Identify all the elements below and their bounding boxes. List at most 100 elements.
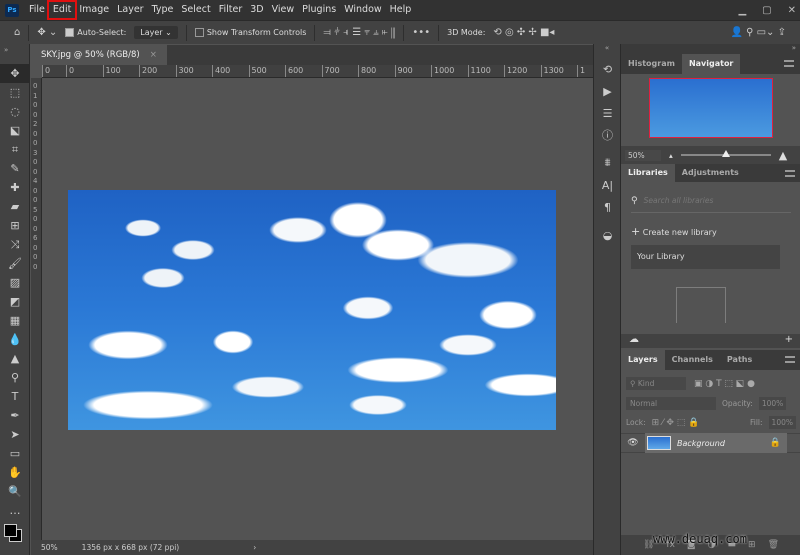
menu-image[interactable]: Image: [75, 2, 113, 18]
move-tool-icon[interactable]: ✥ ⌄: [37, 27, 57, 38]
zoom-tool[interactable]: 🔍: [0, 482, 30, 501]
menu-help[interactable]: Help: [386, 2, 416, 18]
collapse-left-icon[interactable]: «: [594, 44, 620, 58]
layer-row[interactable]: 👁 Background 🔒: [621, 433, 800, 453]
menu-window[interactable]: Window: [340, 2, 385, 18]
healing-tool[interactable]: ✚: [0, 178, 30, 197]
eye-icon[interactable]: 👁: [621, 438, 645, 448]
cloud-icon[interactable]: ☁: [629, 334, 639, 348]
blur-tool[interactable]: 💧: [0, 330, 30, 349]
blend-mode-dropdown[interactable]: Normal: [626, 397, 716, 410]
status-menu-arrow[interactable]: ›: [253, 543, 256, 552]
layer-name[interactable]: Background: [677, 439, 725, 448]
auto-select-checkbox[interactable]: Auto-Select:: [65, 28, 126, 37]
3d-icon[interactable]: ◒: [594, 224, 621, 246]
home-icon[interactable]: ⌂: [14, 27, 20, 38]
tab-paths[interactable]: Paths: [720, 350, 759, 370]
new-layer-icon[interactable]: ⊞: [748, 540, 756, 550]
panel-menu-icon[interactable]: [784, 60, 794, 67]
menu-select[interactable]: Select: [177, 2, 214, 18]
menu-3d[interactable]: 3D: [246, 2, 267, 18]
zoom-in-icon[interactable]: ▲: [779, 149, 787, 162]
pen-tool[interactable]: ✒: [0, 406, 30, 425]
status-zoom[interactable]: 50%: [41, 543, 58, 552]
history-icon[interactable]: ⟲: [594, 58, 621, 80]
stamp-tool[interactable]: ⊞: [0, 216, 30, 235]
more-icon[interactable]: •••: [412, 27, 430, 38]
sharpen-tool[interactable]: ▲: [0, 349, 30, 368]
tab-layers[interactable]: Layers: [621, 350, 665, 370]
navigator-thumbnail[interactable]: [649, 78, 773, 138]
show-transform-label: Show Transform Controls: [206, 28, 307, 37]
object-select-tool[interactable]: ⬕: [0, 121, 30, 140]
color-swatches[interactable]: [0, 520, 29, 550]
lock-icons[interactable]: ⊞ ⁄ ✥ ⬚ 🔒: [652, 418, 700, 428]
ruler-tick: 0: [33, 158, 38, 166]
create-library-button[interactable]: + Create new library: [631, 225, 791, 238]
actions-play-icon[interactable]: ▶: [594, 80, 621, 102]
eyedropper-tool[interactable]: ✎: [0, 159, 30, 178]
navigator-zoom-slider[interactable]: [680, 150, 771, 157]
library-item[interactable]: Your Library: [631, 245, 780, 269]
panel-menu-icon[interactable]: [785, 356, 795, 363]
paint-bucket-tool[interactable]: ▦: [0, 311, 30, 330]
menu-filter[interactable]: Filter: [215, 2, 247, 18]
panel-menu-icon[interactable]: [785, 170, 795, 177]
menu-type[interactable]: Type: [148, 2, 178, 18]
opacity-field[interactable]: 100%: [758, 397, 787, 410]
hand-tool[interactable]: ✋: [0, 463, 30, 482]
menu-layer[interactable]: Layer: [113, 2, 148, 18]
show-transform-checkbox[interactable]: Show Transform Controls: [194, 28, 307, 37]
delete-icon[interactable]: 🗑: [768, 540, 779, 550]
character-icon[interactable]: A|: [594, 174, 621, 196]
close-tab-icon[interactable]: ×: [150, 50, 157, 60]
info-icon[interactable]: ⓘ: [594, 124, 621, 146]
ruler-tick: 200: [139, 65, 157, 77]
tab-histogram[interactable]: Histogram: [621, 54, 682, 74]
navigator-zoom-field[interactable]: 50%: [625, 149, 661, 161]
tab-adjustments[interactable]: Adjustments: [675, 164, 746, 182]
crop-tool[interactable]: ⌗: [0, 140, 30, 159]
layer-kind-filter[interactable]: ⚲ Kind: [626, 377, 686, 390]
filter-icons[interactable]: ▣ ◑ T ⬚ ⬕ ●: [694, 379, 755, 389]
minimize-icon[interactable]: ▁: [738, 5, 746, 16]
gradient-tool[interactable]: ▨: [0, 273, 30, 292]
menu-view[interactable]: View: [268, 2, 299, 18]
right-panels: » Histogram Navigator 50% ▴ ▲ Libraries …: [620, 44, 800, 555]
document-tab[interactable]: SKY.jpg @ 50% (RGB/8) ×: [31, 45, 167, 65]
library-search[interactable]: ⚲ Search all libraries: [631, 196, 791, 213]
move-tool[interactable]: ✥: [0, 64, 30, 83]
auto-select-dropdown[interactable]: Layer ⌄: [134, 26, 178, 39]
tab-channels[interactable]: Channels: [665, 350, 720, 370]
align-icons[interactable]: ⫤ ⫩ ⫣ ☰ ⫧ ⫨ ⫦ ⫼: [323, 27, 395, 38]
tab-navigator[interactable]: Navigator: [681, 54, 741, 74]
properties-icon[interactable]: ☰: [594, 102, 621, 124]
type-tool[interactable]: T: [0, 387, 30, 406]
rectangle-tool[interactable]: ▭: [0, 444, 30, 463]
menu-plugins[interactable]: Plugins: [298, 2, 340, 18]
share-search-workspace-icons[interactable]: 👤 ⚲ ▭⌄ ⇪: [730, 27, 786, 38]
zoom-out-icon[interactable]: ▴: [669, 151, 673, 160]
collapse-right-icon[interactable]: »: [621, 44, 800, 54]
brush-tool[interactable]: ▰: [0, 197, 30, 216]
menu-file[interactable]: File: [25, 2, 49, 18]
add-library-icon[interactable]: +: [785, 334, 793, 348]
tab-libraries[interactable]: Libraries: [621, 164, 675, 182]
more-tools-icon[interactable]: …: [0, 501, 30, 520]
history-brush-tool[interactable]: ⤨: [0, 235, 30, 254]
brush-settings-icon[interactable]: ⩩: [594, 152, 621, 174]
path-select-tool[interactable]: ➤: [0, 425, 30, 444]
dodge-tool[interactable]: ⚲: [0, 368, 30, 387]
close-icon[interactable]: ✕: [788, 5, 796, 16]
restore-icon[interactable]: ▢: [762, 5, 771, 16]
collapse-icon[interactable]: »: [0, 44, 29, 64]
marquee-tool[interactable]: ⬚: [0, 83, 30, 102]
eraser-tool[interactable]: ◩: [0, 292, 30, 311]
lasso-tool[interactable]: ◌: [0, 102, 30, 121]
paragraph-icon[interactable]: ¶: [594, 196, 621, 218]
fill-field[interactable]: 100%: [768, 416, 796, 429]
sky-image[interactable]: [68, 190, 556, 430]
brush2-tool[interactable]: 🖌: [0, 254, 30, 273]
3d-mode-icons[interactable]: ⟲ ◎ ✣ ✢ ■◂: [493, 27, 554, 38]
menu-edit[interactable]: Edit: [46, 0, 78, 20]
